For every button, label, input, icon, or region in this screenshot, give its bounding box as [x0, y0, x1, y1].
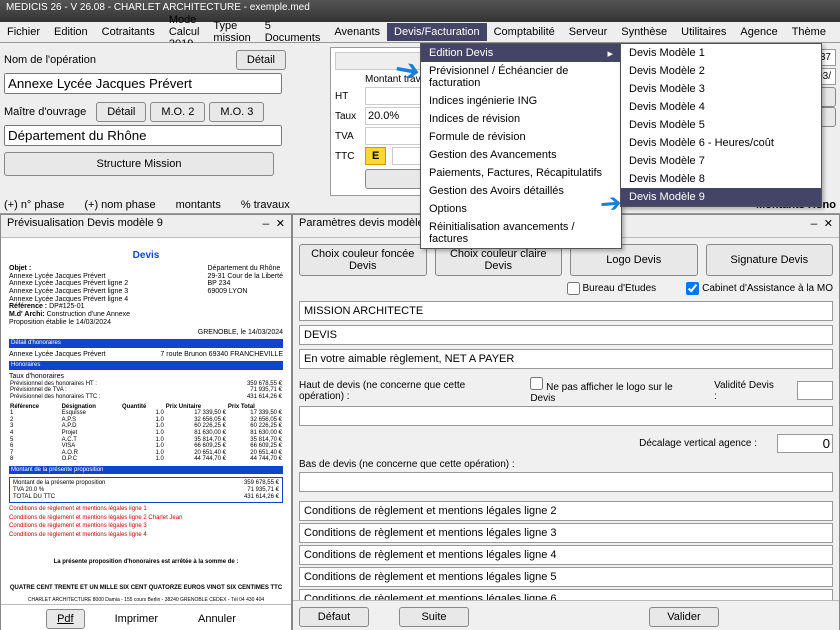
menu-item[interactable]: Gestion des Avancements	[421, 146, 621, 164]
mo2-button[interactable]: M.O. 2	[150, 102, 205, 122]
submenu-item[interactable]: Devis Modèle 6 - Heures/coût	[621, 134, 821, 152]
menu-agence[interactable]: Agence	[733, 23, 784, 41]
menu-serveur[interactable]: Serveur	[562, 23, 615, 41]
submenu-item[interactable]: Devis Modèle 7	[621, 152, 821, 170]
bureau-etudes-checkbox[interactable]: Bureau d'Etudes	[567, 282, 657, 295]
validite-label: Validité Devis :	[714, 380, 777, 402]
no-logo-checkbox[interactable]: Ne pas afficher le logo sur le Devis	[530, 377, 694, 404]
condition-field[interactable]	[299, 523, 833, 543]
defaut-button[interactable]: Défaut	[299, 607, 369, 627]
menu-item[interactable]: Indices de révision	[421, 110, 621, 128]
reglement-field[interactable]	[299, 349, 833, 369]
ht-label: HT	[335, 91, 365, 102]
submenu-item[interactable]: Devis Modèle 4	[621, 98, 821, 116]
preview-window: Prévisualisation Devis modèle 9— ✕ Devis…	[0, 214, 292, 630]
menu-avenants[interactable]: Avenants	[327, 23, 387, 41]
parameters-window: Paramètres devis modèle 9— ✕ Choix coule…	[292, 214, 840, 630]
imprimer-button[interactable]: Imprimer	[105, 609, 168, 629]
menu-cotraitants[interactable]: Cotraitants	[95, 23, 162, 41]
menu-edition[interactable]: Edition	[47, 23, 95, 41]
suite-button[interactable]: Suite	[399, 607, 469, 627]
menu-thme[interactable]: Thème	[785, 23, 833, 41]
menu-[interactable]: ?	[833, 23, 840, 41]
submenu-item[interactable]: Devis Modèle 2	[621, 62, 821, 80]
devis-field[interactable]	[299, 325, 833, 345]
maitre-ouvrage-label: Maître d'ouvrage	[4, 106, 86, 118]
maitre-ouvrage-input[interactable]	[4, 125, 282, 146]
haut-devis-label: Haut de devis (ne concerne que cette opé…	[299, 380, 510, 402]
decalage-label: Décalage vertical agence :	[639, 438, 757, 449]
window-controls-icon[interactable]: — ✕	[263, 217, 285, 235]
menu-item[interactable]: Paiements, Factures, Récapitulatifs	[421, 164, 621, 182]
devis-facturation-menu[interactable]: Edition DevisPrévisionnel / Échéancier d…	[420, 43, 622, 249]
submenu-item[interactable]: Devis Modèle 1	[621, 44, 821, 62]
condition-field[interactable]	[299, 589, 833, 600]
preview-window-titlebar[interactable]: Prévisualisation Devis modèle 9— ✕	[1, 215, 291, 238]
window-titlebar: MEDICIS 26 - V 26.08 - CHARLET ARCHITECT…	[0, 0, 840, 22]
operation-panel: Nom de l'opération Détail Maître d'ouvra…	[4, 47, 286, 176]
tva-label: TVA	[335, 131, 365, 142]
operation-name-label: Nom de l'opération	[4, 54, 236, 66]
submenu-item[interactable]: Devis Modèle 8	[621, 170, 821, 188]
menu-item[interactable]: Gestion des Avoirs détaillés	[421, 182, 621, 200]
validite-input[interactable]	[797, 381, 833, 400]
condition-field[interactable]	[299, 545, 833, 565]
operation-name-input[interactable]	[4, 73, 282, 94]
menu-devisfacturation[interactable]: Devis/Facturation	[387, 23, 487, 41]
menu-fichier[interactable]: Fichier	[0, 23, 47, 41]
window-controls-icon[interactable]: — ✕	[811, 217, 833, 235]
condition-field[interactable]	[299, 567, 833, 587]
param-footer: Défaut Suite Valider	[293, 600, 839, 630]
devis-title: Devis	[9, 250, 283, 261]
menu-synthse[interactable]: Synthèse	[614, 23, 674, 41]
decalage-input[interactable]	[777, 434, 833, 453]
bas-devis-label: Bas de devis (ne concerne que cette opér…	[299, 459, 515, 470]
menu-utilitaires[interactable]: Utilitaires	[674, 23, 733, 41]
detail-button[interactable]: Détail	[236, 50, 286, 70]
menu-item[interactable]: Edition Devis	[421, 44, 621, 62]
e-badge: E	[365, 147, 386, 165]
menu-item[interactable]: Réinitialisation avancements / factures	[421, 218, 621, 248]
devis-preview-document: Devis Objet : Annexe Lycée Jacques Préve…	[1, 238, 291, 604]
main-menubar: FichierEditionCotraitantsMode Calcul 201…	[0, 22, 840, 43]
operation-summary-area: Nom de l'opération Détail Maître d'ouvra…	[0, 43, 840, 214]
structure-mission-button[interactable]: Structure Mission	[4, 152, 274, 176]
condition-field[interactable]	[299, 501, 833, 521]
annuler-button[interactable]: Annuler	[188, 609, 246, 629]
menu-comptabilit[interactable]: Comptabilité	[487, 23, 562, 41]
menu-item[interactable]: Indices ingénierie ING	[421, 92, 621, 110]
preview-footer: Pdf Imprimer Annuler	[1, 604, 291, 630]
mo3-button[interactable]: M.O. 3	[209, 102, 264, 122]
haut-devis-input[interactable]	[299, 406, 833, 426]
param-button[interactable]: Signature Devis	[706, 244, 834, 276]
edition-devis-submenu[interactable]: Devis Modèle 1Devis Modèle 2Devis Modèle…	[620, 43, 822, 207]
mission-field[interactable]	[299, 301, 833, 321]
child-windows-area: Prévisualisation Devis modèle 9— ✕ Devis…	[0, 214, 840, 630]
valider-button[interactable]: Valider	[649, 607, 719, 627]
menu-item[interactable]: Options	[421, 200, 621, 218]
taux-label: Taux	[335, 111, 365, 122]
submenu-item[interactable]: Devis Modèle 9	[621, 188, 821, 206]
ttc-label: TTC	[335, 151, 365, 162]
bas-devis-input[interactable]	[299, 472, 833, 492]
submenu-item[interactable]: Devis Modèle 5	[621, 116, 821, 134]
menu-item[interactable]: Formule de révision	[421, 128, 621, 146]
param-button[interactable]: Choix couleur foncée Devis	[299, 244, 427, 276]
submenu-item[interactable]: Devis Modèle 3	[621, 80, 821, 98]
mo-detail-button[interactable]: Détail	[96, 102, 146, 122]
menu-item[interactable]: Prévisionnel / Échéancier de facturation	[421, 62, 621, 92]
cabinet-assistance-checkbox[interactable]: Cabinet d'Assistance à la MO	[686, 282, 833, 295]
pdf-button[interactable]: Pdf	[46, 609, 85, 629]
